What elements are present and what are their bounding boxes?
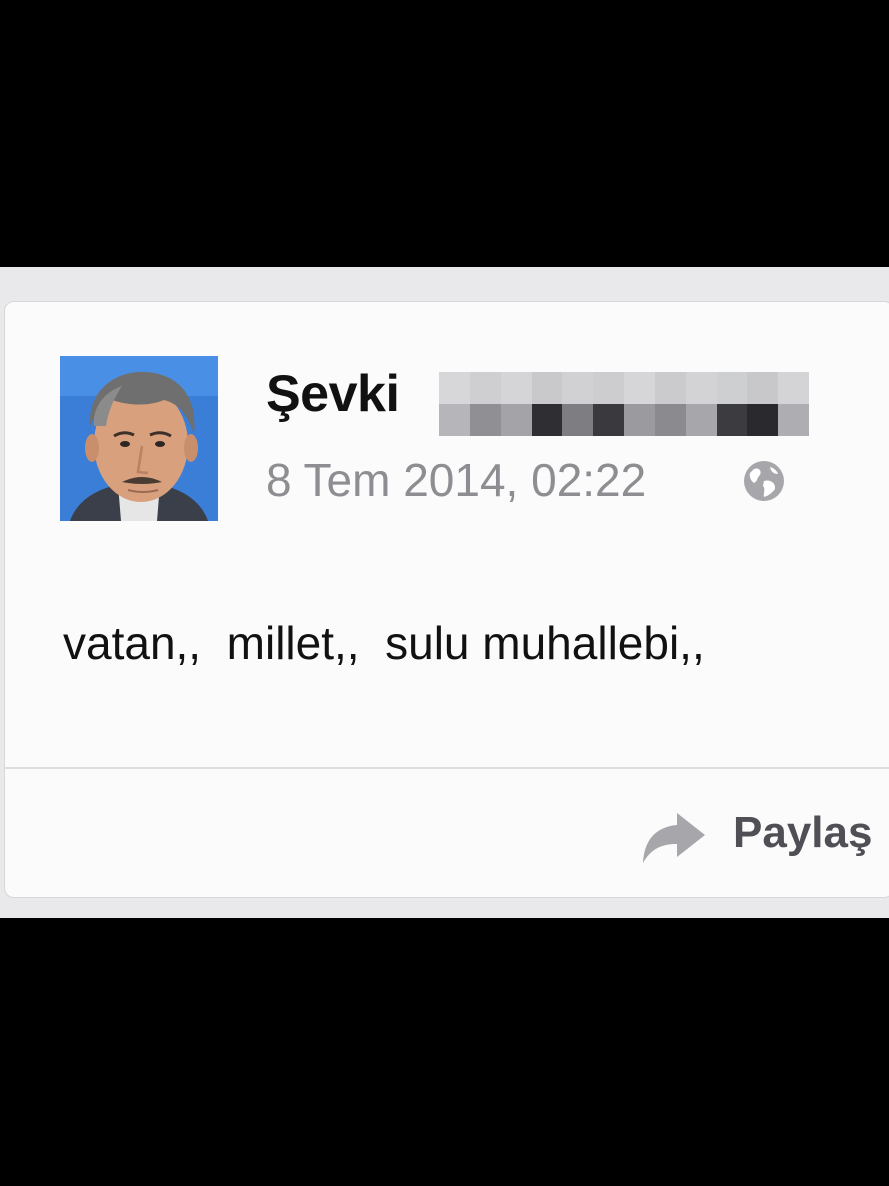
share-label: Paylaş (733, 808, 873, 857)
author-name[interactable]: Şevki (266, 368, 400, 420)
avatar-photo (60, 356, 218, 521)
post-timestamp[interactable]: 8 Tem 2014, 02:22 (266, 457, 646, 503)
globe-icon (744, 461, 784, 501)
avatar[interactable] (60, 356, 218, 521)
share-arrow-icon (643, 813, 705, 863)
post-body-text: vatan,, millet,, sulu muhallebi,, (63, 617, 705, 669)
app-screen: Şevki 8 Tem 2014, 02:22 vatan,, millet,,… (0, 267, 889, 918)
action-divider (5, 767, 889, 769)
post-card: Şevki 8 Tem 2014, 02:22 vatan,, millet,,… (4, 301, 889, 898)
redacted-surname-mosaic (439, 372, 809, 436)
share-button[interactable]: Paylaş (637, 807, 889, 877)
